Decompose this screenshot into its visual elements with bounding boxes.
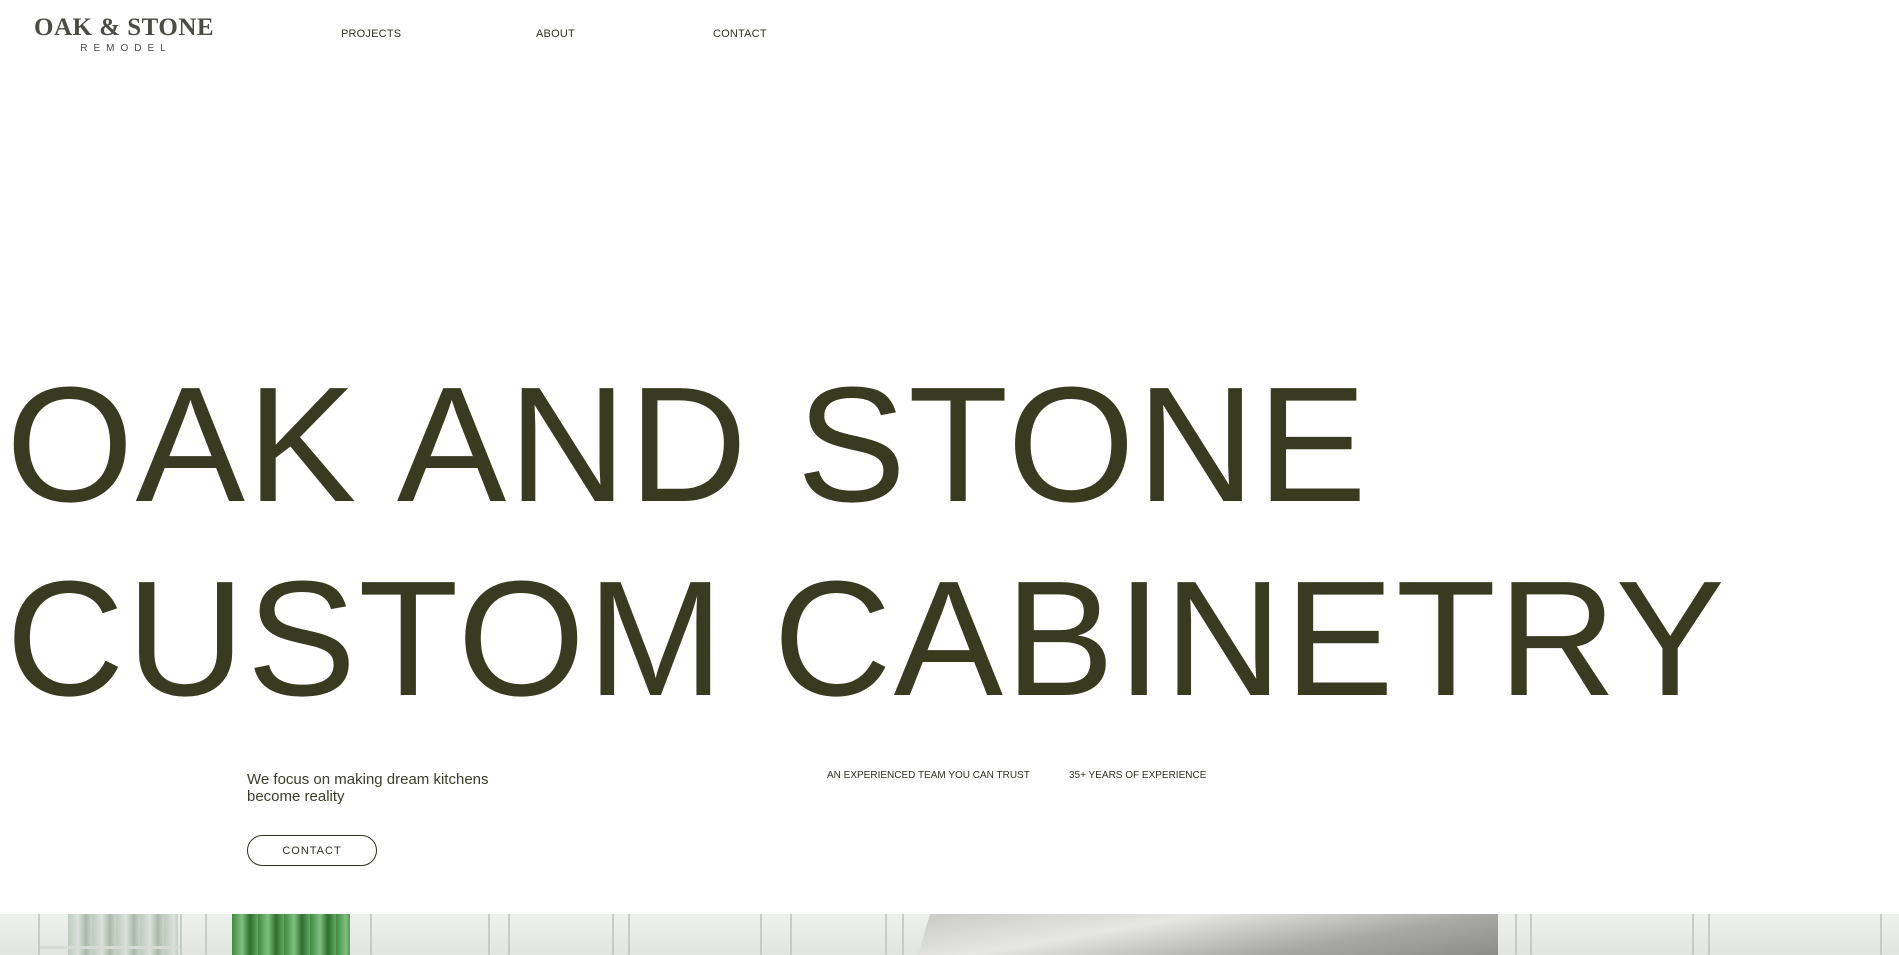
hero-tagline: We focus on making dream kitchens become… — [247, 771, 489, 805]
feature-experienced-team: AN EXPERIENCED TEAM YOU CAN TRUST — [827, 770, 1030, 781]
logo-wordmark: OAK & STONE — [34, 14, 215, 41]
brand-logo[interactable]: OAK & STONE REMODEL — [34, 14, 215, 55]
cabinet-divider — [760, 914, 762, 955]
cabinet-shelf — [40, 946, 180, 949]
cabinet-divider — [628, 914, 630, 955]
cabinet-divider — [508, 914, 510, 955]
cabinet-divider — [1530, 914, 1532, 955]
nav-contact[interactable]: CONTACT — [713, 28, 767, 41]
cabinet-divider — [790, 914, 792, 955]
cabinet-divider — [1880, 914, 1882, 955]
cabinet-divider — [488, 914, 490, 955]
range-hood — [918, 914, 1498, 955]
hero-line-1: OAK AND STONE — [6, 353, 1369, 536]
kitchen-photo — [0, 914, 1899, 955]
hero-heading: OAK AND STONE CUSTOM CABINETRY — [6, 348, 1727, 736]
logo-subtitle: REMODEL — [80, 43, 172, 54]
cabinet-divider — [885, 914, 887, 955]
cabinet-divider — [370, 914, 372, 955]
cabinet-divider — [205, 914, 207, 955]
contact-button[interactable]: CONTACT — [247, 835, 377, 866]
cabinet-divider — [1708, 914, 1710, 955]
cabinet-divider — [1692, 914, 1694, 955]
nav-projects[interactable]: PROJECTS — [341, 28, 401, 41]
green-glassware — [232, 914, 350, 955]
cabinet-divider — [180, 914, 182, 955]
cabinet-divider — [902, 914, 904, 955]
feature-years-experience: 35+ YEARS OF EXPERIENCE — [1069, 770, 1207, 781]
cabinet-divider — [612, 914, 614, 955]
nav-about[interactable]: ABOUT — [536, 28, 575, 41]
hero-line-2: CUSTOM CABINETRY — [6, 547, 1727, 730]
cabinet-divider — [1515, 914, 1517, 955]
